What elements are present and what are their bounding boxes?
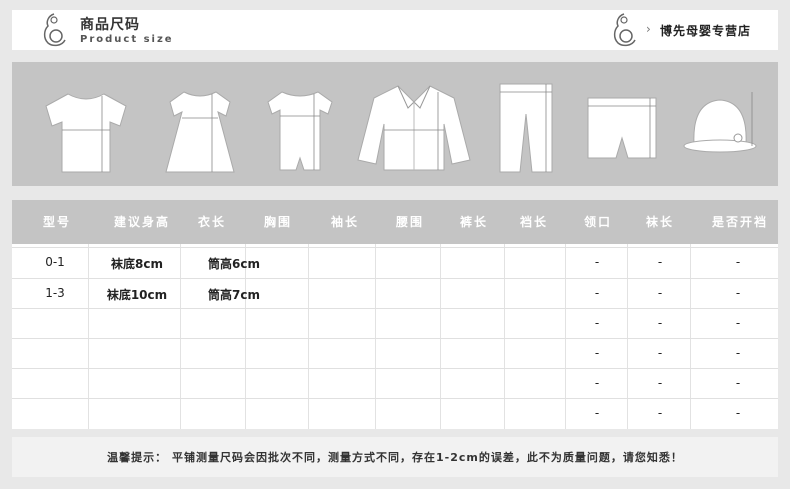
cell-size: 0-1 <box>45 255 65 269</box>
jacket-icon <box>354 72 474 178</box>
cell-collar: - <box>594 286 600 300</box>
cell-height: 袜底10cm <box>106 288 168 302</box>
cell-collar: - <box>594 316 600 330</box>
column-header-sock-length: 袜长 <box>645 215 675 229</box>
cell-open-crotch: - <box>735 406 741 420</box>
store-logo-icon <box>610 12 642 48</box>
table-row: - - - <box>12 308 778 339</box>
shorts-icon <box>584 72 660 178</box>
cell-collar: - <box>594 255 600 269</box>
column-header-waist: 腰围 <box>395 215 425 229</box>
cell-open-crotch: - <box>735 255 741 269</box>
cell-height: 袜底8cm <box>111 257 163 271</box>
column-header-chest: 胸围 <box>263 215 293 229</box>
column-header-collar: 领口 <box>583 215 613 229</box>
size-table: 型号 建议身高 衣长 胸围 袖长 腰围 裤长 裆长 领口 袜长 是否开裆 0-1… <box>12 200 778 429</box>
column-header-open-crotch: 是否开裆 <box>711 215 769 229</box>
chevron-right-icon: › <box>646 22 651 36</box>
measurement-notice-text: 温馨提示： 平铺测量尺码会因批次不同，测量方式不同，存在1-2cm的误差，此不为… <box>107 451 683 464</box>
column-header-length: 衣长 <box>197 215 227 229</box>
table-row: - - - <box>12 368 778 399</box>
cell-open-crotch: - <box>735 346 741 360</box>
cell-sock-length: - <box>657 406 663 420</box>
hat-icon <box>680 72 760 178</box>
cell-open-crotch: - <box>735 286 741 300</box>
page-subtitle: Product size <box>80 34 174 45</box>
cell-collar: - <box>594 376 600 390</box>
cell-collar: - <box>594 346 600 360</box>
dress-icon <box>162 72 238 178</box>
header-bar: 商品尺码 Product size › 博先母婴专营店 <box>12 10 778 50</box>
cell-length: 筒高7cm <box>208 288 260 302</box>
cell-size: 1-3 <box>45 286 65 300</box>
page-title: 商品尺码 <box>80 17 140 33</box>
garment-illustration-panel <box>12 62 778 186</box>
cell-length: 筒高6cm <box>208 257 260 271</box>
cell-sock-length: - <box>657 376 663 390</box>
mother-baby-logo-icon <box>40 12 72 48</box>
notice-bar: 温馨提示： 平铺测量尺码会因批次不同，测量方式不同，存在1-2cm的误差，此不为… <box>12 437 778 477</box>
table-row: 0-1 袜底8cm 筒高6cm - - - <box>12 247 778 278</box>
t-shirt-icon <box>38 72 134 178</box>
store-name-link[interactable]: 博先母婴专营店 <box>660 22 751 39</box>
table-row: - - - <box>12 338 778 369</box>
cell-open-crotch: - <box>735 376 741 390</box>
cell-open-crotch: - <box>735 316 741 330</box>
column-header-size: 型号 <box>42 215 72 229</box>
column-header-pants-length: 裤长 <box>459 215 489 229</box>
column-header-height: 建议身高 <box>113 215 171 229</box>
pants-icon <box>496 72 556 178</box>
column-header-crotch-length: 裆长 <box>519 215 549 229</box>
cell-sock-length: - <box>657 255 663 269</box>
table-row: - - - <box>12 398 778 429</box>
column-header-sleeve: 袖长 <box>330 215 360 229</box>
table-header: 型号 建议身高 衣长 胸围 袖长 腰围 裤长 裆长 领口 袜长 是否开裆 <box>12 200 778 244</box>
cell-sock-length: - <box>657 286 663 300</box>
cell-sock-length: - <box>657 346 663 360</box>
cell-collar: - <box>594 406 600 420</box>
romper-icon <box>264 72 336 178</box>
cell-sock-length: - <box>657 316 663 330</box>
table-row: 1-3 袜底10cm 筒高7cm - - - <box>12 278 778 309</box>
